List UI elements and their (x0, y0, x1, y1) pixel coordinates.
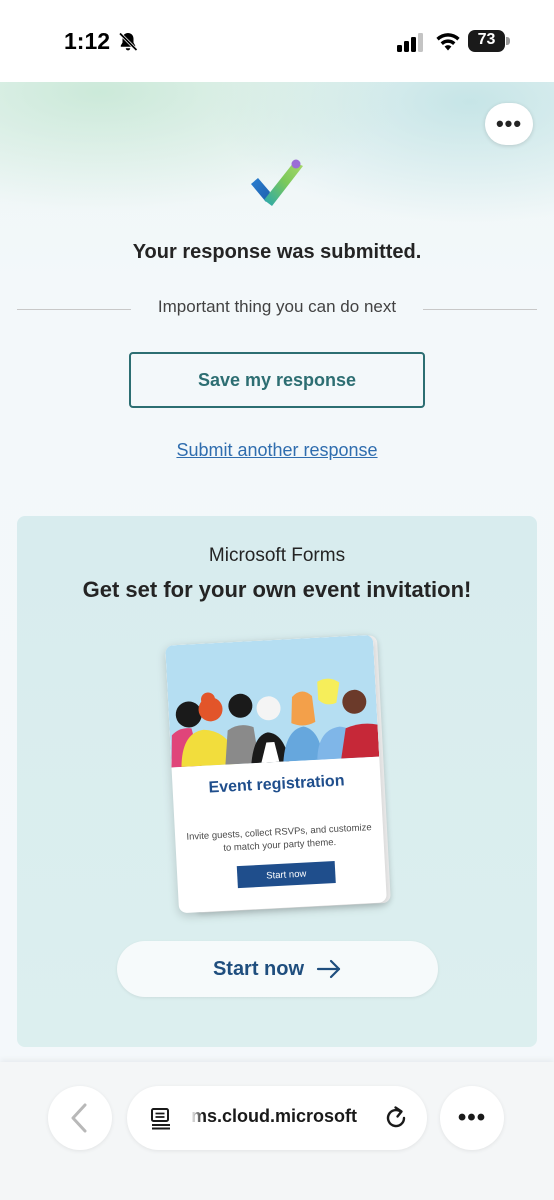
next-steps-label: Important thing you can do next (157, 297, 397, 316)
battery-percent: 73 (477, 31, 496, 48)
submit-another-link[interactable]: Submit another response (0, 440, 554, 461)
url-text: ms.cloud.microsoft (191, 1106, 358, 1126)
page-menu-icon[interactable] (149, 1106, 173, 1130)
chevron-left-icon (71, 1103, 87, 1133)
arrow-right-icon (316, 959, 341, 979)
battery-indicator: 73 (468, 30, 510, 52)
promo-brand: Microsoft Forms (208, 545, 346, 566)
checkmark-icon (251, 159, 303, 206)
promo-title: Get set for your own event invitation! (82, 577, 472, 602)
wifi-icon (436, 33, 460, 51)
save-response-button[interactable]: Save my response (129, 352, 425, 408)
browser-menu-button[interactable]: ••• (440, 1086, 504, 1150)
cellular-signal-icon (397, 33, 423, 52)
url-fade (191, 1102, 203, 1134)
submission-confirmation: Your response was submitted. (132, 241, 422, 263)
event-card-description: Invite guests, collect RSVPs, and custom… (186, 822, 372, 854)
event-card-title: Event registration (208, 772, 345, 797)
back-button[interactable] (48, 1086, 112, 1150)
start-now-button[interactable]: Start now (117, 941, 438, 997)
address-bar[interactable]: ms.cloud.microsoft (127, 1086, 427, 1150)
bell-muted-icon (118, 32, 138, 52)
event-card-start-button: Start now (236, 861, 336, 889)
more-options-button[interactable]: ••• (485, 103, 533, 145)
divider-right (423, 309, 537, 310)
start-now-label: Start now (212, 957, 305, 980)
event-registration-card: Event registration Invite guests, collec… (165, 634, 387, 914)
reload-icon[interactable] (383, 1105, 409, 1131)
people-illustration (165, 634, 380, 768)
status-time: 1:12 (64, 28, 111, 54)
status-bar: 1:12 73 (0, 0, 554, 82)
